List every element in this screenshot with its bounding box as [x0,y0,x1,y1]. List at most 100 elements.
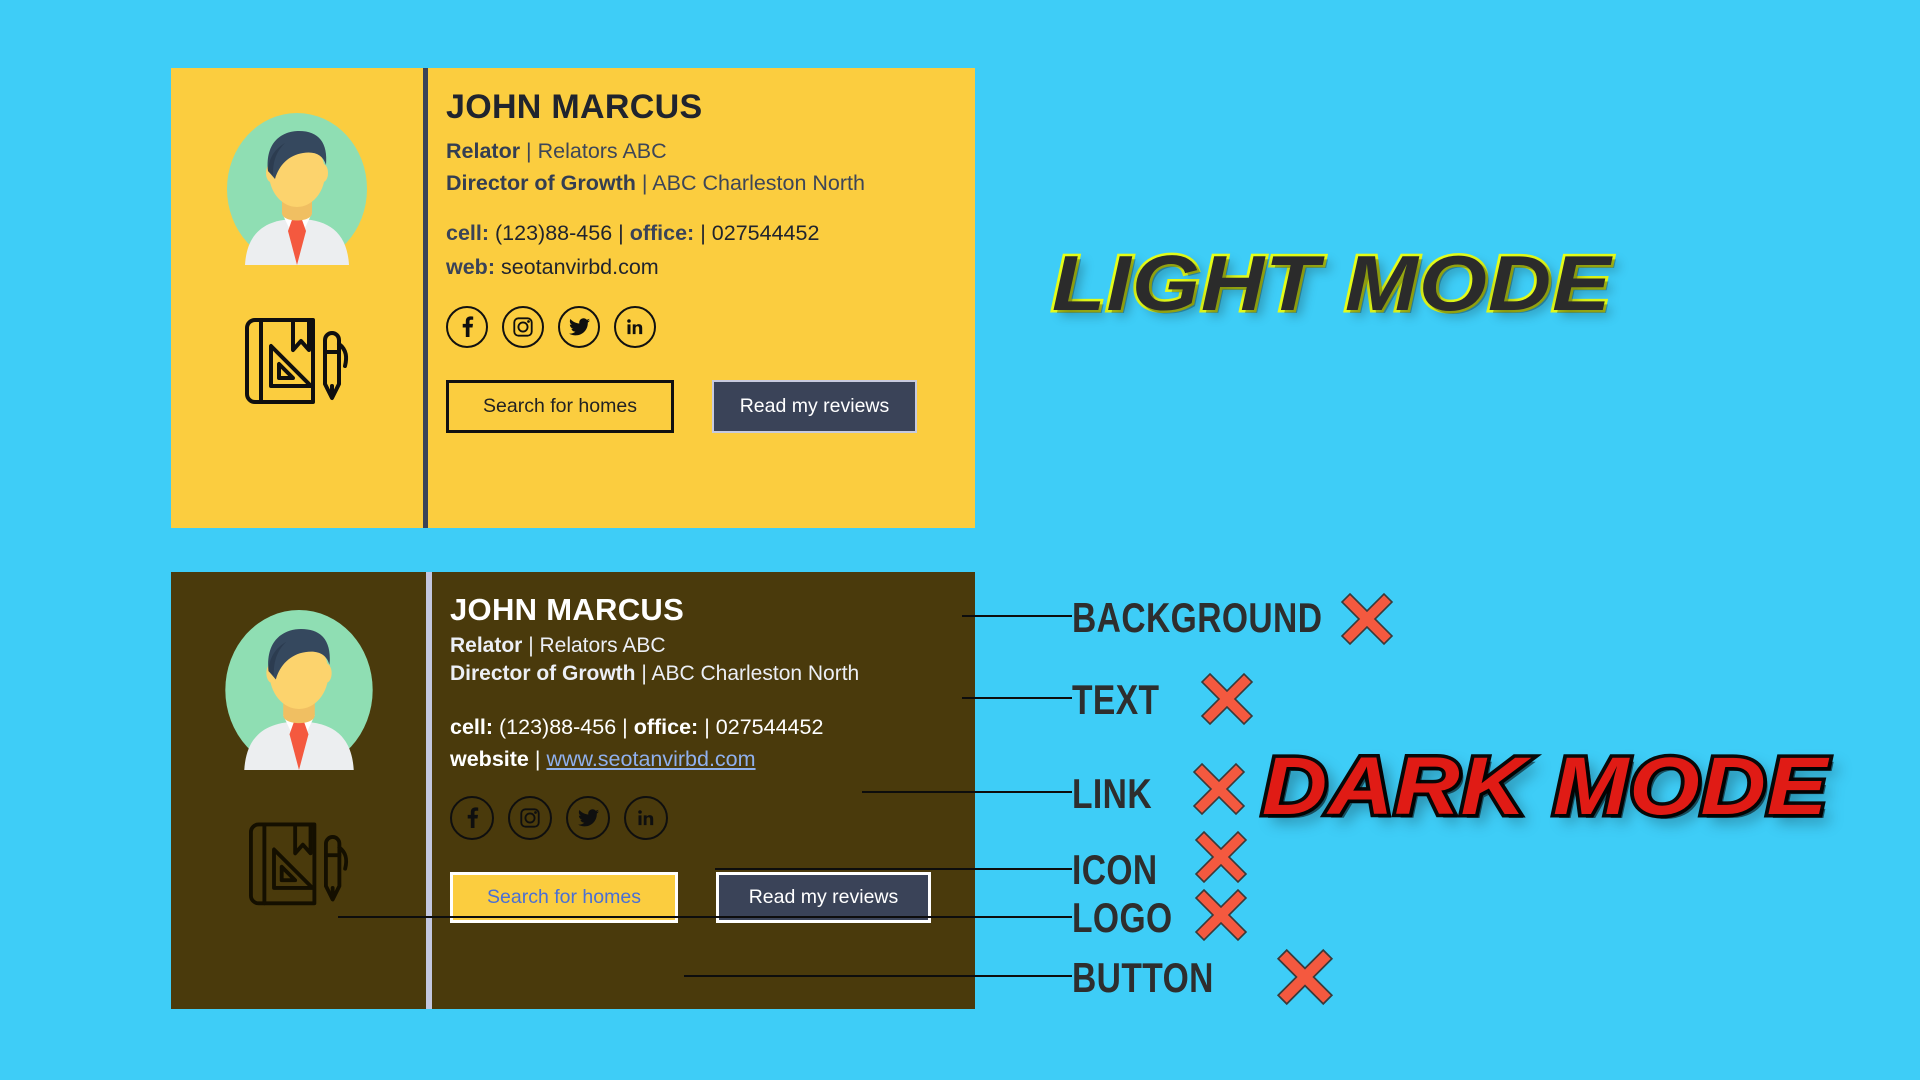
website-link[interactable]: www.seotanvirbd.com [546,747,755,771]
cell-value: (123)88-456 [495,220,613,245]
role-line-2: Director of Growth | ABC Charleston Nort… [446,170,975,198]
contact-name: JOHN MARCUS [446,88,703,126]
social-link-instagram[interactable] [502,305,544,348]
web-label: web: [446,254,495,279]
cross-icon [1200,672,1254,726]
instagram-icon [513,316,533,337]
book-pen-logo-icon [248,822,348,906]
cross-mark-link [1192,762,1246,816]
cross-mark-icon [1194,830,1248,884]
contact-block: cell: (123)88-456 | office: | 027544452 … [450,714,975,774]
cell-label: cell: [450,715,494,740]
role-company: ABC Charleston North [652,171,865,196]
facebook-icon [462,315,474,337]
cross-icon [1194,830,1248,884]
card-actions: Search for homes Read my reviews [446,379,975,433]
search-for-homes-button[interactable]: Search for homes [446,379,674,433]
leader-line-button [684,975,1072,977]
social-links [446,305,975,348]
social-links [450,796,975,841]
cell-value: (123)88-456 [499,715,617,740]
role-line-1: Relator | Relators ABC [450,633,975,660]
social-link-twitter[interactable] [566,796,610,841]
contact-name: JOHN MARCUS [450,592,685,627]
office-label: office: [633,715,699,740]
annotation-label-text: TEXT [1072,676,1160,723]
role-company: Relators ABC [537,138,667,163]
cross-icon [1194,888,1248,942]
office-separator: | [700,220,706,245]
role-line-1: Relator | Relators ABC [446,138,975,166]
role-company: ABC Charleston North [651,662,860,686]
phone-line: cell: (123)88-456 | office: | 027544452 [450,714,975,742]
office-separator: | [704,715,710,740]
social-link-linkedin[interactable] [614,305,656,348]
male-avatar-illustration [224,610,373,770]
dark-card-left-panel [171,572,426,1009]
linkedin-icon [638,810,654,826]
separator-pipe: | [618,220,624,245]
role-title: Relator [450,633,523,657]
dark-mode-heading: DARK MODE [1258,738,1831,836]
role-line-2: Director of Growth | ABC Charleston Nort… [450,661,975,688]
light-mode-signature-card: JOHN MARCUS Relator | Relators ABC Direc… [171,68,975,528]
cross-mark-background [1340,592,1394,646]
book-pen-logo-icon [245,318,349,404]
logo [245,811,353,916]
social-link-facebook[interactable] [446,305,488,348]
linkedin-icon [627,318,643,334]
phone-line: cell: (123)88-456 | office: | 027544452 [446,220,975,248]
leader-line-icon [715,868,1072,870]
annotation-label-icon: ICON [1072,846,1158,893]
cell-label: cell: [446,220,490,245]
light-card-content: JOHN MARCUS Relator | Relators ABC Direc… [428,68,975,528]
annotation-label-button: BUTTON [1072,954,1214,1001]
web-value: seotanvirbd.com [500,254,659,279]
office-label: office: [629,220,695,245]
social-link-twitter[interactable] [558,305,600,348]
office-value: 027544452 [715,715,824,740]
leader-line-background [962,615,1072,617]
role-title: Relator [446,138,521,163]
light-card-left-panel [171,68,423,528]
read-my-reviews-button[interactable]: Read my reviews [712,379,917,433]
role-separator: | [635,662,652,686]
twitter-icon [568,317,590,335]
leader-line-link [862,791,1072,793]
web-line: web: seotanvirbd.com [446,254,975,282]
leader-line-logo [338,916,1072,918]
facebook-icon [467,807,479,829]
social-link-instagram[interactable] [508,796,552,841]
website-label: website [450,747,529,772]
male-avatar-illustration [227,113,367,265]
role-title: Director of Growth [450,662,636,686]
cross-mark-text [1200,672,1254,726]
social-link-linkedin[interactable] [624,796,668,841]
role-separator: | [635,171,653,196]
annotation-label-logo: LOGO [1072,894,1173,941]
dark-mode-signature-card: JOHN MARCUS Relator | Relators ABC Direc… [171,572,975,1009]
light-mode-heading: LIGHT MODE [1049,237,1613,330]
social-link-facebook[interactable] [450,796,494,841]
role-title: Director of Growth [446,171,636,196]
cross-icon [1340,592,1394,646]
annotation-label-link: LINK [1072,770,1152,817]
cross-icon [1192,762,1246,816]
role-separator: | [520,138,538,163]
logo [241,306,353,415]
separator-pipe: | [622,715,628,740]
twitter-icon [577,809,599,827]
avatar [227,113,367,270]
cross-icon [1276,948,1334,1006]
instagram-icon [520,808,540,828]
office-value: 027544452 [711,220,820,245]
role-company: Relators ABC [539,633,666,657]
avatar [223,610,375,775]
cross-mark-button [1276,948,1334,1006]
website-line: website | www.seotanvirbd.com [450,746,975,774]
role-separator: | [522,633,540,657]
leader-line-text [962,697,1072,699]
contact-block: cell: (123)88-456 | office: | 027544452 … [446,220,975,282]
cross-mark-logo [1194,888,1248,942]
website-separator: | [534,747,541,772]
